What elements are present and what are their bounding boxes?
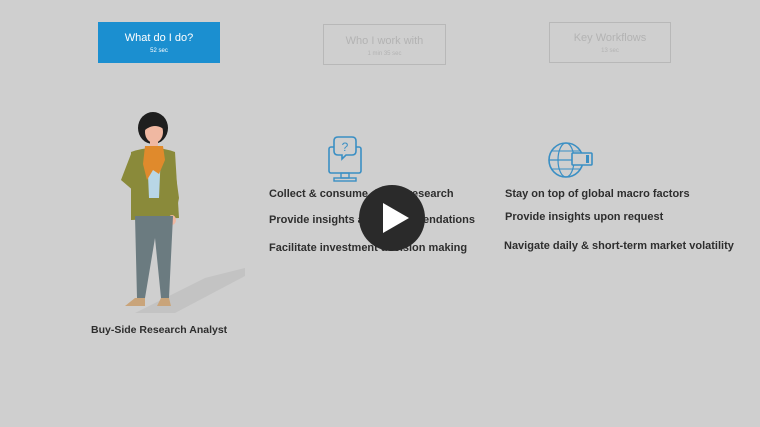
tab-key-workflows[interactable]: Key Workflows 13 sec [549,22,671,63]
tab-label: What do I do? [124,32,194,44]
analyst-illustration [121,112,245,313]
play-icon [383,203,409,233]
right-item-1: Stay on top of global macro factors [505,188,690,200]
svg-text:?: ? [342,140,349,154]
right-item-2: Provide insights upon request [505,211,664,223]
persona-label: Buy-Side Research Analyst [91,324,228,336]
tab-duration: 1 min 35 sec [367,51,402,57]
tab-label: Key Workflows [573,32,647,44]
tab-who-i-work-with[interactable]: Who I work with 1 min 35 sec [323,24,446,65]
play-button[interactable] [359,185,425,251]
tab-what-do-i-do[interactable]: What do I do? 52 sec [98,22,220,63]
computer-question-icon: ? [328,136,362,182]
tab-duration: 52 sec [150,48,168,54]
tab-duration: 13 sec [601,48,619,54]
tab-label: Who I work with [345,35,424,47]
globe-screen-icon [548,142,593,178]
right-item-3: Navigate daily & short-term market volat… [504,240,734,252]
